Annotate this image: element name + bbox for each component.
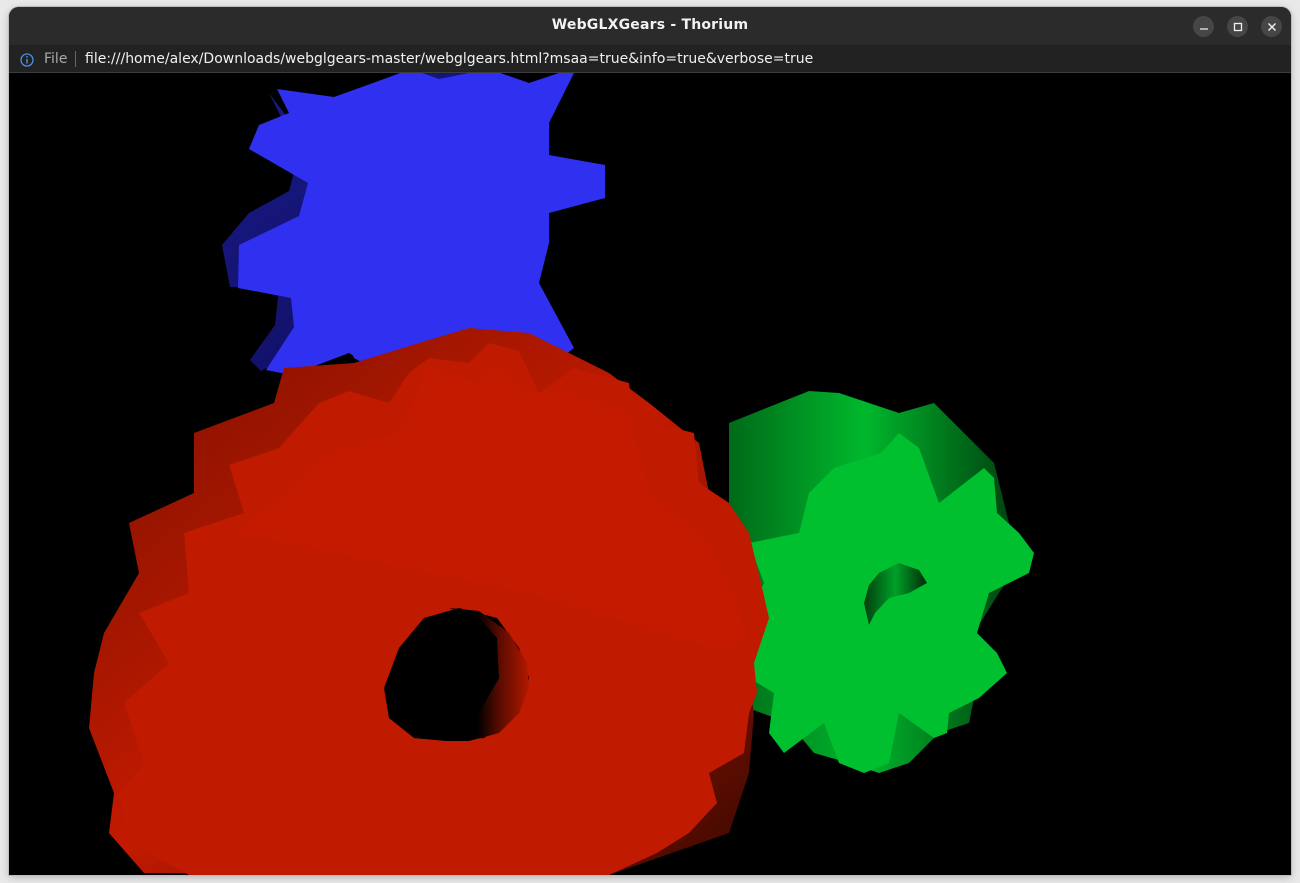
red-gear: [89, 328, 769, 875]
maximize-icon: [1233, 22, 1243, 32]
title-bar[interactable]: WebGLXGears - Thorium: [9, 7, 1291, 45]
window-title: WebGLXGears - Thorium: [551, 17, 749, 33]
scheme-label[interactable]: File: [44, 51, 67, 67]
address-divider: [75, 51, 76, 67]
info-icon[interactable]: [20, 52, 34, 67]
gears-scene: [89, 73, 1034, 875]
maximize-button[interactable]: [1227, 16, 1248, 37]
address-bar[interactable]: File file:///home/alex/Downloads/webglge…: [9, 45, 1291, 73]
close-icon: [1267, 22, 1277, 32]
browser-window: WebGLXGears - Thorium File file:///home/…: [9, 7, 1291, 875]
minimize-icon: [1199, 22, 1209, 32]
url-field[interactable]: file:///home/alex/Downloads/webglgears-m…: [85, 51, 813, 67]
minimize-button[interactable]: [1193, 16, 1214, 37]
close-button[interactable]: [1261, 16, 1282, 37]
blue-gear: [222, 73, 605, 381]
webgl-canvas[interactable]: [9, 73, 1291, 875]
